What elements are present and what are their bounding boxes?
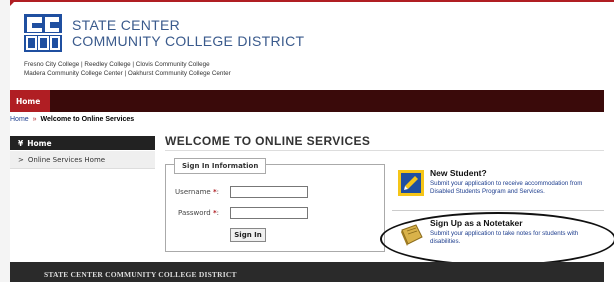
main-nav-bar: [10, 90, 604, 112]
sidebar-item-online-services-home[interactable]: > Online Services Home: [10, 151, 155, 169]
breadcrumb-separator: »: [32, 116, 37, 123]
new-student-desc-line2: Disabled Students Program and Services.: [430, 188, 545, 195]
signin-legend: Sign In Information: [174, 158, 267, 174]
colleges-line2: Madera Community College Center | Oakhur…: [24, 70, 231, 77]
breadcrumb-home-link[interactable]: Home: [10, 116, 29, 123]
page-title: WELCOME TO ONLINE SERVICES: [165, 134, 371, 148]
label-colon: :: [216, 209, 219, 217]
double-chevron-down-icon: ¥: [18, 139, 24, 148]
sidebar-item-label: Online Services Home: [27, 156, 106, 164]
breadcrumb: Home » Welcome to Online Services: [10, 116, 134, 123]
sidebar-header[interactable]: ¥ Home: [10, 136, 155, 150]
panel-divider: [392, 210, 604, 211]
breadcrumb-current: Welcome to Online Services: [40, 116, 135, 123]
district-logo-icon[interactable]: [24, 14, 62, 52]
brand-name-line2: COMMUNITY COLLEGE DISTRICT: [72, 33, 305, 49]
username-label-text: Username: [175, 188, 211, 196]
footer-district-name: STATE CENTER COMMUNITY COLLEGE DISTRICT: [44, 270, 237, 279]
new-student-desc-line1: Submit your application to receive accom…: [430, 180, 583, 187]
new-student-title[interactable]: New Student?: [430, 168, 487, 178]
username-label: Username *:: [149, 188, 219, 196]
colleges-list: Fresno City College | Reedley College | …: [24, 60, 231, 78]
top-accent-line: [10, 0, 614, 2]
sign-in-button[interactable]: Sign In: [230, 228, 266, 242]
password-label-text: Password: [178, 209, 211, 217]
password-label: Password *:: [149, 209, 219, 217]
corner-flag: [10, 0, 16, 6]
username-input[interactable]: [230, 186, 308, 198]
title-divider: [165, 150, 604, 151]
nav-home-tab[interactable]: Home: [10, 90, 50, 112]
new-student-description[interactable]: Submit your application to receive accom…: [430, 180, 582, 196]
chevron-right-icon: >: [18, 156, 24, 164]
colleges-line1: Fresno City College | Reedley College | …: [24, 61, 210, 68]
brand-name-line1: STATE CENTER: [72, 17, 181, 33]
new-student-icon[interactable]: [398, 170, 424, 196]
highlight-ellipse-annotation: [380, 212, 614, 266]
password-input[interactable]: [230, 207, 308, 219]
label-colon: :: [216, 188, 219, 196]
sidebar-header-label: Home: [27, 139, 52, 148]
